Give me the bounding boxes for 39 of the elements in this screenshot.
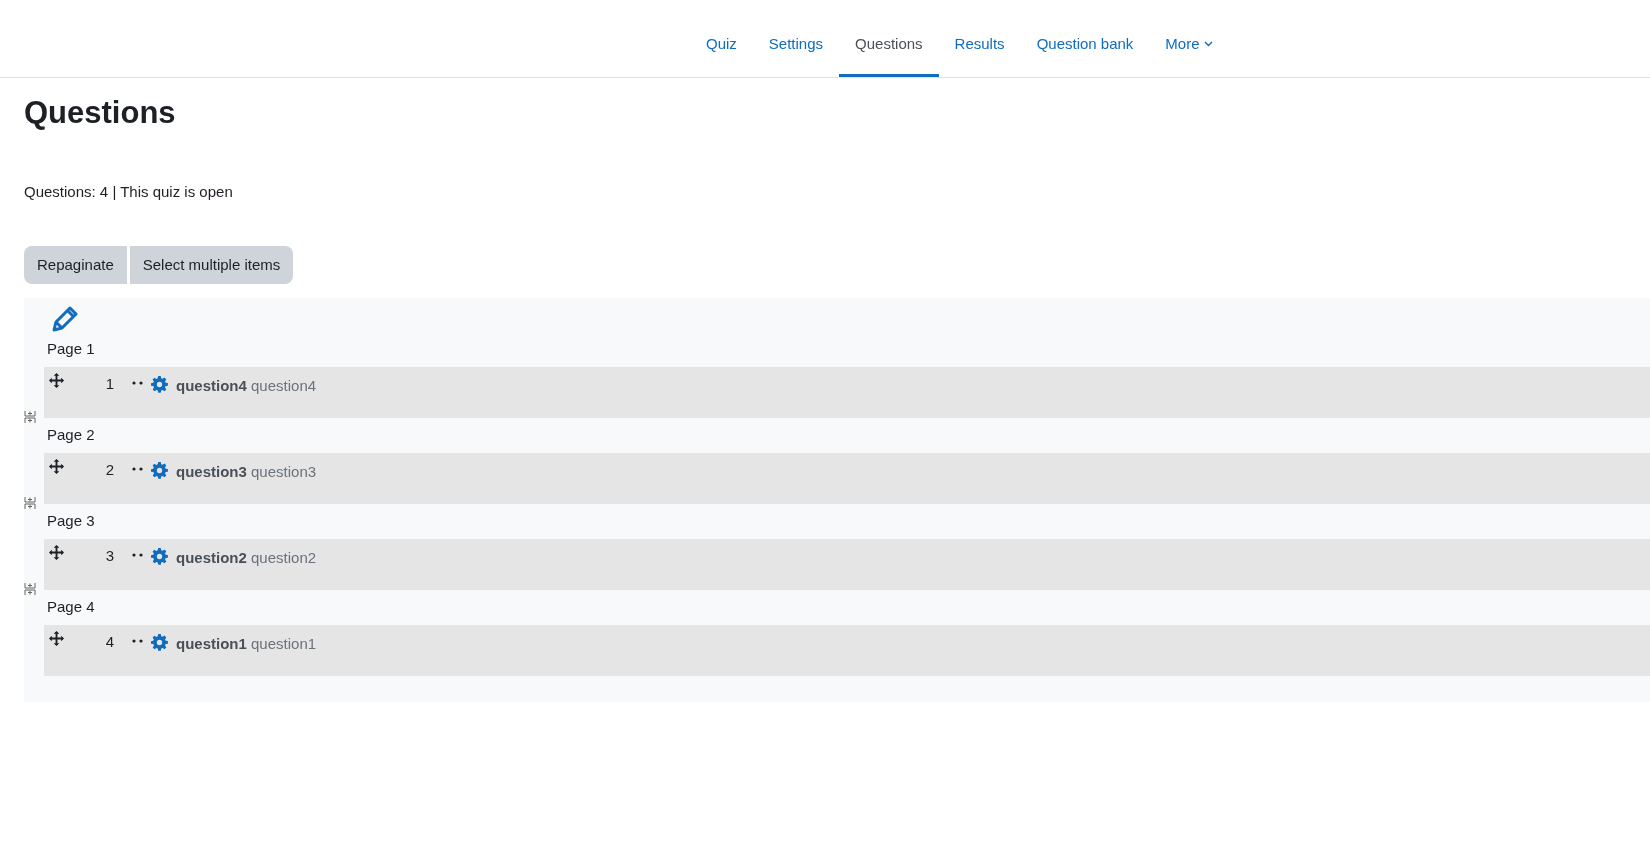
nav-tab[interactable]: Quiz — [690, 29, 753, 77]
pencil-icon[interactable] — [52, 306, 78, 333]
page-heading: Questions — [24, 94, 177, 132]
quiz-summary: Questions: 4 | This quiz is open — [24, 182, 234, 203]
move-icon[interactable] — [49, 373, 64, 389]
settings-icon[interactable] — [151, 548, 168, 566]
question-title: question3 question3 — [176, 462, 317, 483]
question-number: 3 — [104, 546, 114, 567]
question-title: question2 question2 — [176, 548, 317, 569]
page-label: Page 4 — [47, 597, 95, 618]
move-icon[interactable] — [49, 631, 64, 647]
dots-icon — [132, 381, 144, 386]
question-number: 4 — [104, 632, 114, 653]
move-icon[interactable] — [49, 545, 64, 561]
page-label: Page 1 — [47, 339, 95, 360]
question-title: question4 question4 — [176, 376, 317, 397]
dots-icon — [132, 639, 144, 644]
nav-tab[interactable]: Question bank — [1020, 29, 1150, 77]
settings-icon[interactable] — [151, 634, 168, 652]
page-break-icon[interactable] — [24, 582, 36, 597]
question-number: 2 — [104, 460, 114, 481]
dots-icon — [132, 553, 144, 558]
page-break-icon[interactable] — [24, 410, 36, 425]
page-break-icon[interactable] — [24, 496, 36, 511]
nav-tab[interactable]: Results — [938, 29, 1021, 77]
nav-tab[interactable]: More — [1149, 29, 1229, 77]
nav-tab[interactable]: Settings — [752, 29, 840, 77]
question-number: 1 — [104, 374, 114, 395]
page-label: Page 2 — [47, 425, 95, 446]
nav-tab[interactable]: Questions — [839, 29, 939, 77]
question-title: question1 question1 — [176, 634, 317, 655]
settings-icon[interactable] — [151, 462, 168, 480]
action-button[interactable]: Select multiple items — [129, 245, 294, 285]
action-button[interactable]: Repaginate — [24, 245, 127, 285]
settings-icon[interactable] — [151, 376, 168, 394]
caret-icon — [1203, 41, 1213, 47]
move-icon[interactable] — [49, 459, 64, 475]
dots-icon — [132, 467, 144, 472]
page-label: Page 3 — [47, 511, 95, 532]
